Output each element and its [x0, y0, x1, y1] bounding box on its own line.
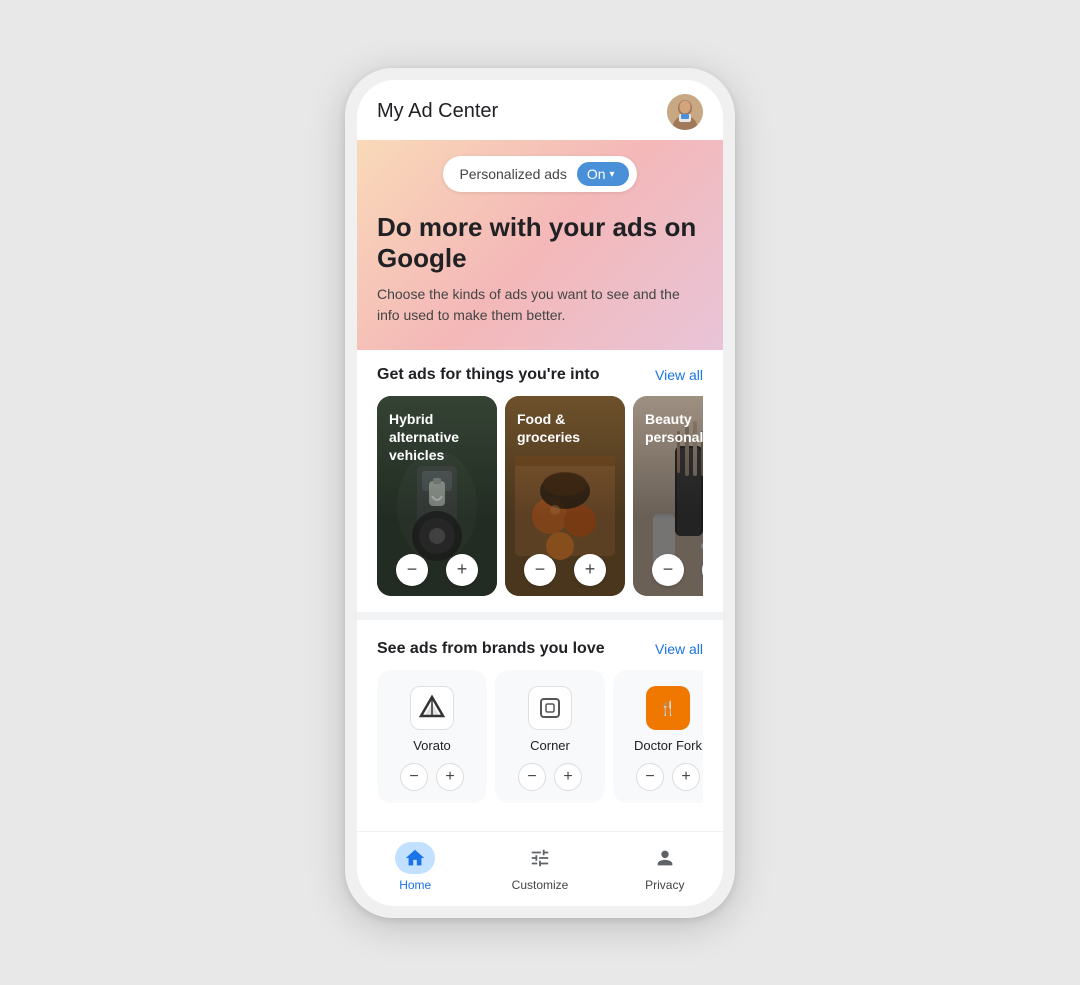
- svg-text:🍴: 🍴: [659, 700, 676, 717]
- nav-customize-label: Customize: [512, 878, 569, 892]
- brand-card-vorato[interactable]: Vorato − +: [377, 670, 487, 803]
- interest-cards-list: Hybrid alternative vehicles − +: [377, 396, 703, 604]
- card-dislike-food[interactable]: −: [524, 554, 556, 586]
- nav-home-label: Home: [399, 878, 431, 892]
- brand-card-corner[interactable]: Corner − +: [495, 670, 605, 803]
- customize-icon: [529, 847, 551, 869]
- card-label-food: Food & groceries: [517, 410, 625, 446]
- toggle-on-button[interactable]: On ▾: [577, 162, 629, 186]
- brand-dislike-corner[interactable]: −: [518, 763, 546, 791]
- brand-name-vorato: Vorato: [413, 738, 451, 753]
- privacy-icon: [654, 847, 676, 869]
- brand-logo-corner: [528, 686, 572, 730]
- card-actions-vehicles: − +: [377, 554, 497, 586]
- nav-customize-icon-wrap: [520, 842, 560, 874]
- hero-section: Personalized ads On ▾ Do more with your …: [357, 140, 723, 350]
- brand-name-corner: Corner: [530, 738, 570, 753]
- phone-screen: My Ad Center Personalized ads: [357, 80, 723, 906]
- page-title: My Ad Center: [377, 100, 498, 123]
- nav-customize[interactable]: Customize: [512, 842, 569, 892]
- hero-title: Do more with your ads on Google: [377, 212, 703, 274]
- card-like-vehicles[interactable]: +: [446, 554, 478, 586]
- card-label-beauty: Beauty personal care: [645, 410, 703, 446]
- brand-actions-vorato: − +: [400, 763, 464, 791]
- interest-card-food[interactable]: Food & groceries − +: [505, 396, 625, 596]
- brand-actions-corner: − +: [518, 763, 582, 791]
- bottom-navigation: Home Customize Privacy: [357, 831, 723, 906]
- interests-view-all[interactable]: View all: [655, 367, 703, 383]
- chevron-down-icon: ▾: [610, 169, 615, 180]
- card-dislike-vehicles[interactable]: −: [396, 554, 428, 586]
- card-actions-beauty: − +: [633, 554, 703, 586]
- brand-card-doctorfork[interactable]: 🍴 Doctor Fork − +: [613, 670, 703, 803]
- brand-logo-doctorfork: 🍴: [646, 686, 690, 730]
- brand-like-doctorfork[interactable]: +: [672, 763, 700, 791]
- nav-home[interactable]: Home: [395, 842, 435, 892]
- brands-view-all[interactable]: View all: [655, 641, 703, 657]
- brands-section: See ads from brands you love View all: [357, 624, 723, 819]
- home-icon: [404, 847, 426, 869]
- nav-privacy[interactable]: Privacy: [645, 842, 685, 892]
- interests-header: Get ads for things you're into View all: [377, 366, 703, 384]
- interests-title: Get ads for things you're into: [377, 366, 599, 384]
- personalized-toggle-bar: Personalized ads On ▾: [443, 156, 636, 192]
- interests-section: Get ads for things you're into View all: [357, 350, 723, 612]
- brand-dislike-doctorfork[interactable]: −: [636, 763, 664, 791]
- brand-like-corner[interactable]: +: [554, 763, 582, 791]
- brand-like-vorato[interactable]: +: [436, 763, 464, 791]
- phone-frame: My Ad Center Personalized ads: [345, 68, 735, 918]
- interest-card-vehicles[interactable]: Hybrid alternative vehicles − +: [377, 396, 497, 596]
- interest-card-beauty[interactable]: Beauty personal care − +: [633, 396, 703, 596]
- main-scroll: Personalized ads On ▾ Do more with your …: [357, 140, 723, 831]
- brand-cards-list: Vorato − +: [377, 670, 703, 811]
- brand-actions-doctorfork: − +: [636, 763, 700, 791]
- card-like-food[interactable]: +: [574, 554, 606, 586]
- nav-privacy-label: Privacy: [645, 878, 684, 892]
- brands-header: See ads from brands you love View all: [377, 640, 703, 658]
- toggle-label: Personalized ads: [459, 166, 566, 182]
- brand-name-doctorfork: Doctor Fork: [634, 738, 702, 753]
- card-actions-food: − +: [505, 554, 625, 586]
- app-header: My Ad Center: [357, 80, 723, 140]
- section-divider: [357, 612, 723, 620]
- avatar[interactable]: [667, 94, 703, 130]
- card-like-beauty[interactable]: +: [702, 554, 703, 586]
- brands-title: See ads from brands you love: [377, 640, 605, 658]
- hero-subtitle: Choose the kinds of ads you want to see …: [377, 284, 703, 326]
- nav-privacy-icon-wrap: [645, 842, 685, 874]
- card-dislike-beauty[interactable]: −: [652, 554, 684, 586]
- card-label-vehicles: Hybrid alternative vehicles: [389, 410, 497, 465]
- brand-dislike-vorato[interactable]: −: [400, 763, 428, 791]
- brand-logo-vorato: [410, 686, 454, 730]
- nav-home-icon-wrap: [395, 842, 435, 874]
